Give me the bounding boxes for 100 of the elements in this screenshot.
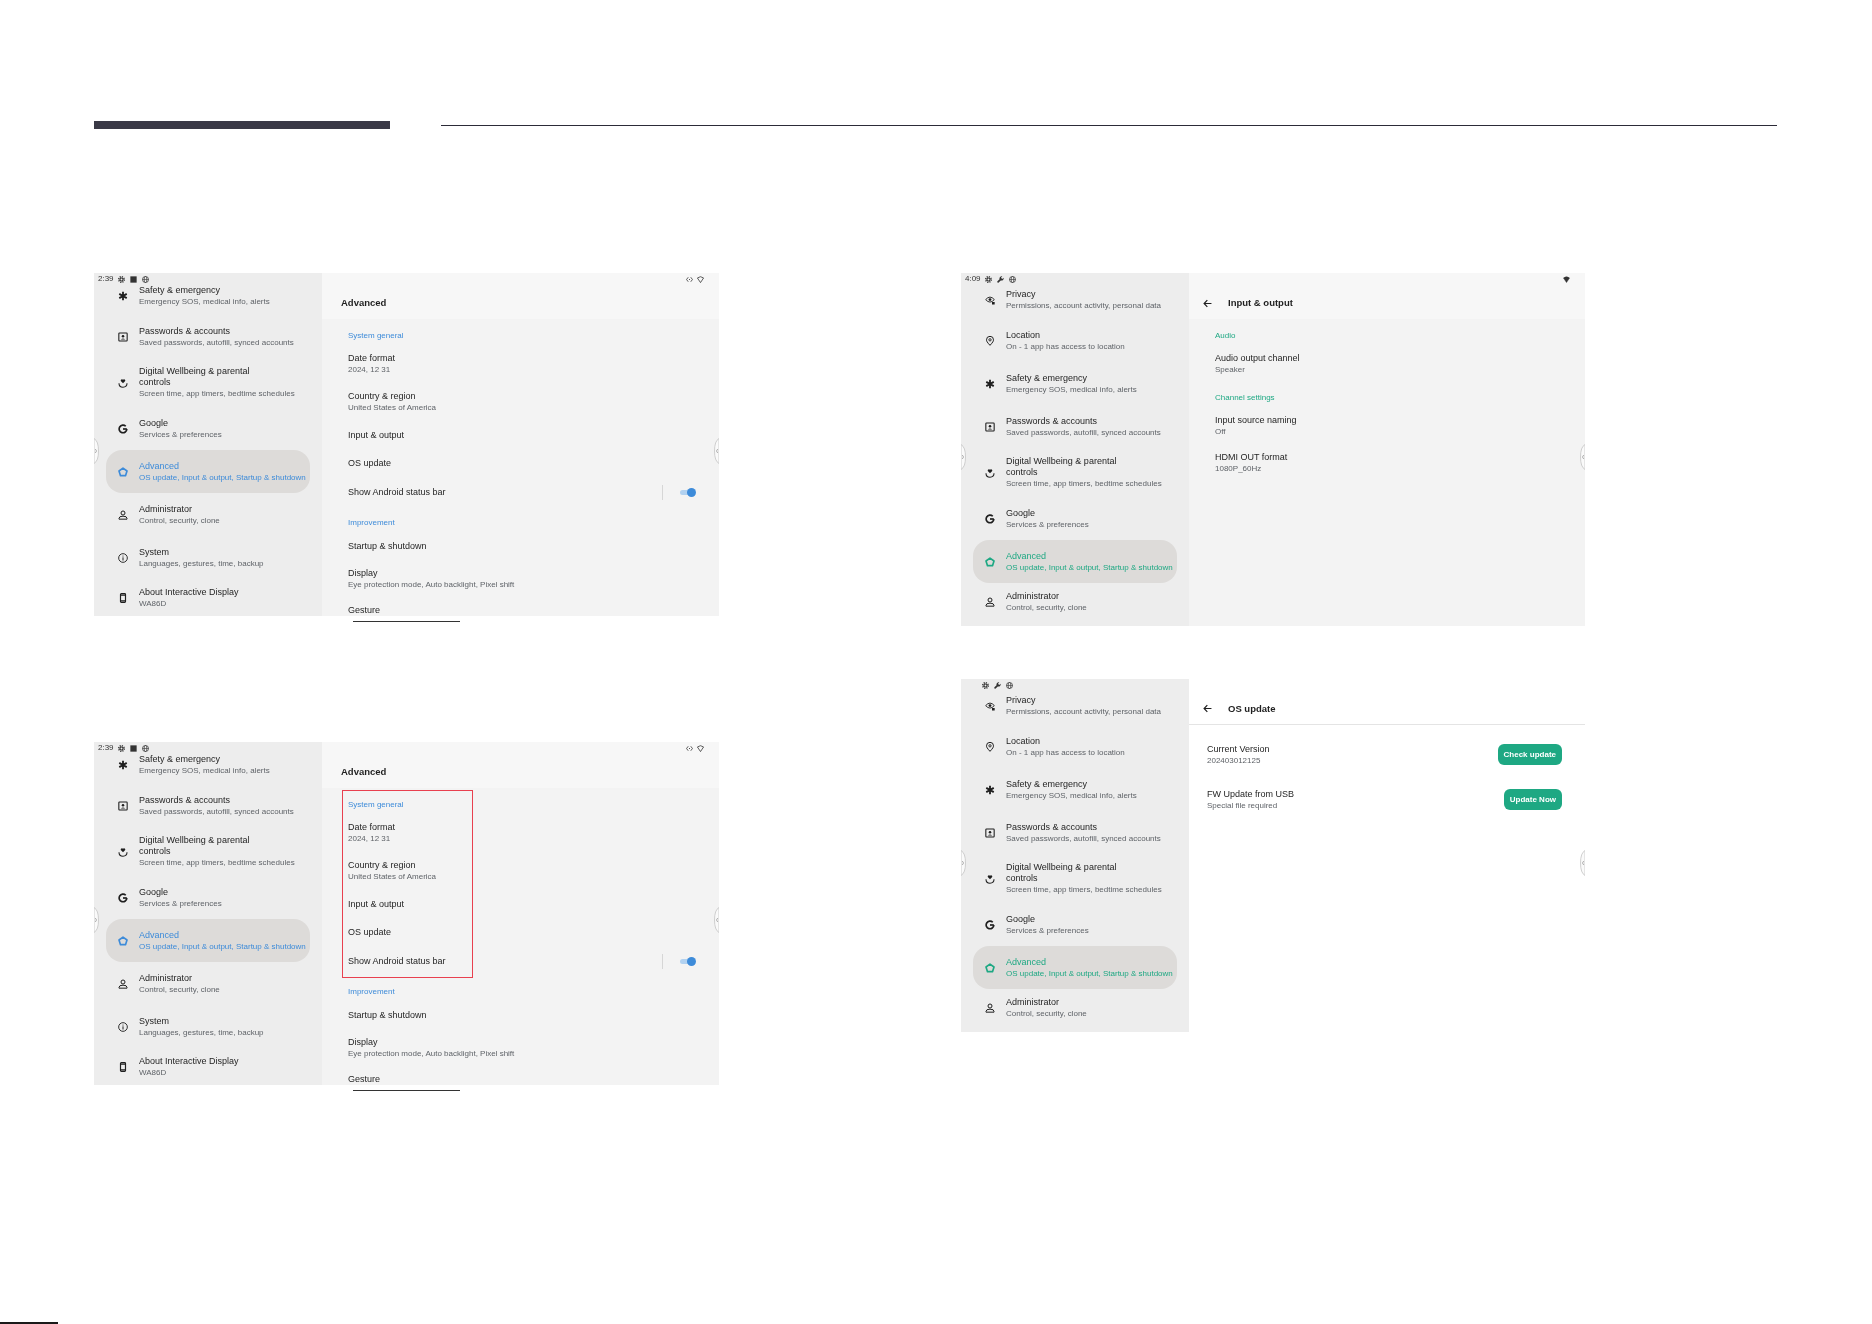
globe-icon (141, 275, 149, 283)
hand-heart-icon (118, 377, 128, 388)
setting-item[interactable]: Input & output (348, 429, 405, 441)
setting-item[interactable]: Input & output (348, 898, 405, 910)
code-icon (686, 275, 693, 283)
id-card-icon (985, 827, 995, 838)
setting-item[interactable]: OS update (348, 926, 392, 938)
person-icon (985, 1003, 995, 1013)
setting-item[interactable]: Audio output channel Speaker (1215, 353, 1300, 375)
sidebar-item[interactable]: Safety & emergency Emergency SOS, medical info, alerts (973, 768, 1177, 811)
gear-icon (117, 744, 125, 752)
code-icon (686, 744, 693, 752)
setting-item[interactable]: Gesture (348, 1074, 380, 1085)
location-pin-icon (985, 335, 995, 346)
id-card-icon (985, 421, 995, 432)
edge-handle-icon[interactable] (1580, 850, 1585, 876)
gear-icon (117, 275, 125, 283)
sidebar-item[interactable]: Privacy Permissions, account activity, personal data (973, 289, 1177, 319)
setting-item[interactable]: OS update (348, 457, 392, 469)
sidebar-item[interactable]: Passwords & accounts Saved passwords, autofill, synced accounts (106, 784, 310, 827)
sidebar-item[interactable]: System Languages, gestures, time, backup (106, 536, 310, 579)
sidebar-item[interactable]: Location On - 1 app has access to location (973, 319, 1177, 362)
section-label: System general (348, 799, 405, 811)
square-icon (129, 275, 137, 283)
person-icon (118, 978, 128, 989)
sidebar-item[interactable]: Safety & emergency Emergency SOS, medical info, alerts (106, 754, 310, 784)
section-label: Channel settings (1215, 392, 1276, 404)
back-arrow-icon[interactable] (1203, 704, 1212, 713)
wrench-icon (996, 275, 1004, 283)
setting-item[interactable]: Show Android status bar (348, 487, 446, 498)
asterisk-icon (118, 291, 128, 301)
sidebar-item[interactable]: Administrator Control, security, clone (106, 493, 310, 536)
setting-item[interactable]: Date format 2024, 12 31 (348, 353, 396, 375)
setting-item[interactable]: Startup & shutdown (348, 540, 427, 552)
toggle-switch[interactable] (679, 957, 696, 966)
setting-item[interactable]: Date format 2024, 12 31 (348, 822, 396, 844)
globe-icon (1008, 275, 1016, 283)
hand-heart-icon (985, 467, 995, 478)
letter-g-icon (985, 513, 995, 524)
sidebar-item[interactable]: Administrator Control, security, clone (973, 989, 1177, 1019)
toggle-switch[interactable] (679, 488, 696, 497)
sidebar-item[interactable]: Safety & emergency Emergency SOS, medical info, alerts (106, 285, 310, 315)
sidebar-item[interactable]: Digital Wellbeing & parental controls Screen time, app timers, bedtime schedules (973, 448, 1177, 497)
setting-item[interactable]: Input source naming Off (1215, 415, 1297, 437)
setting-item[interactable]: HDMI OUT format 1080P_60Hz (1215, 452, 1288, 474)
setting-title: FW Update from USB (1207, 788, 1295, 800)
edge-handle-icon[interactable] (714, 438, 719, 464)
sidebar-item[interactable]: Location On - 1 app has access to location (973, 725, 1177, 768)
wrench-icon (994, 681, 1001, 689)
person-icon (985, 597, 995, 607)
edge-handle-icon[interactable] (961, 850, 966, 876)
status-time: 2:39 (98, 743, 114, 753)
edge-handle-icon[interactable] (714, 907, 719, 933)
sidebar-item[interactable]: Google Services & preferences (973, 497, 1177, 540)
sidebar-item[interactable]: Passwords & accounts Saved passwords, autofill, synced accounts (973, 811, 1177, 854)
edge-handle-icon[interactable] (94, 907, 99, 933)
gear-icon (982, 681, 989, 689)
sidebar-item[interactable]: Google Services & preferences (106, 407, 310, 450)
location-pin-icon (985, 741, 995, 752)
sidebar-item[interactable]: Digital Wellbeing & parental controls Screen time, app timers, bedtime schedules (106, 827, 310, 876)
wifi-icon (697, 275, 704, 283)
edge-handle-icon[interactable] (94, 438, 99, 464)
setting-item[interactable]: Country & region United States of America (348, 391, 437, 413)
id-card-icon (118, 331, 128, 342)
edge-handle-icon[interactable] (961, 444, 966, 470)
sidebar-item[interactable]: Passwords & accounts Saved passwords, autofill, synced accounts (973, 405, 1177, 448)
sidebar-item[interactable]: Google Services & preferences (973, 903, 1177, 946)
asterisk-icon (985, 784, 995, 795)
sidebar-item[interactable]: About Interactive Display WA86D (106, 579, 310, 609)
sidebar-item[interactable]: Administrator Control, security, clone (973, 583, 1177, 613)
letter-g-icon (985, 919, 995, 930)
setting-item[interactable]: Show Android status bar (348, 956, 446, 967)
back-arrow-icon[interactable] (1203, 298, 1212, 308)
section-label: Improvement (348, 986, 396, 998)
section-label: Audio (1215, 330, 1237, 342)
globe-icon (1006, 681, 1013, 689)
phone-icon (118, 1062, 128, 1072)
setting-item[interactable]: Country & region United States of America (348, 860, 437, 882)
sidebar-item[interactable]: Digital Wellbeing & parental controls Screen time, app timers, bedtime schedules (106, 358, 310, 407)
status-time: 4:09 (965, 274, 981, 284)
globe-icon (141, 744, 149, 752)
setting-item[interactable]: Display Eye protection mode, Auto backlight, Pixel shift (348, 1037, 515, 1059)
sidebar-item[interactable]: Google Services & preferences (106, 876, 310, 919)
sidebar-item[interactable]: Privacy Permissions, account activity, personal data (973, 695, 1177, 725)
sidebar-item[interactable]: System Languages, gestures, time, backup (106, 1005, 310, 1048)
eye-icon (985, 701, 995, 711)
setting-item[interactable]: Gesture (348, 605, 380, 616)
setting-item[interactable]: Display Eye protection mode, Auto backlight, Pixel shift (348, 568, 515, 590)
sidebar-item[interactable]: About Interactive Display WA86D (106, 1048, 310, 1078)
wifi-icon (1563, 275, 1570, 283)
square-icon (129, 744, 137, 752)
setting-title: Current Version (1207, 743, 1270, 755)
sidebar-item[interactable]: Passwords & accounts Saved passwords, autofill, synced accounts (106, 315, 310, 358)
sidebar-item[interactable]: Administrator Control, security, clone (106, 962, 310, 1005)
setting-item[interactable]: Startup & shutdown (348, 1009, 427, 1021)
asterisk-icon (118, 760, 128, 770)
edge-handle-icon[interactable] (1580, 444, 1585, 470)
sidebar-item[interactable]: Digital Wellbeing & parental controls Screen time, app timers, bedtime schedules (973, 854, 1177, 903)
sidebar-item[interactable]: Safety & emergency Emergency SOS, medical info, alerts (973, 362, 1177, 405)
hand-heart-icon (118, 846, 128, 857)
